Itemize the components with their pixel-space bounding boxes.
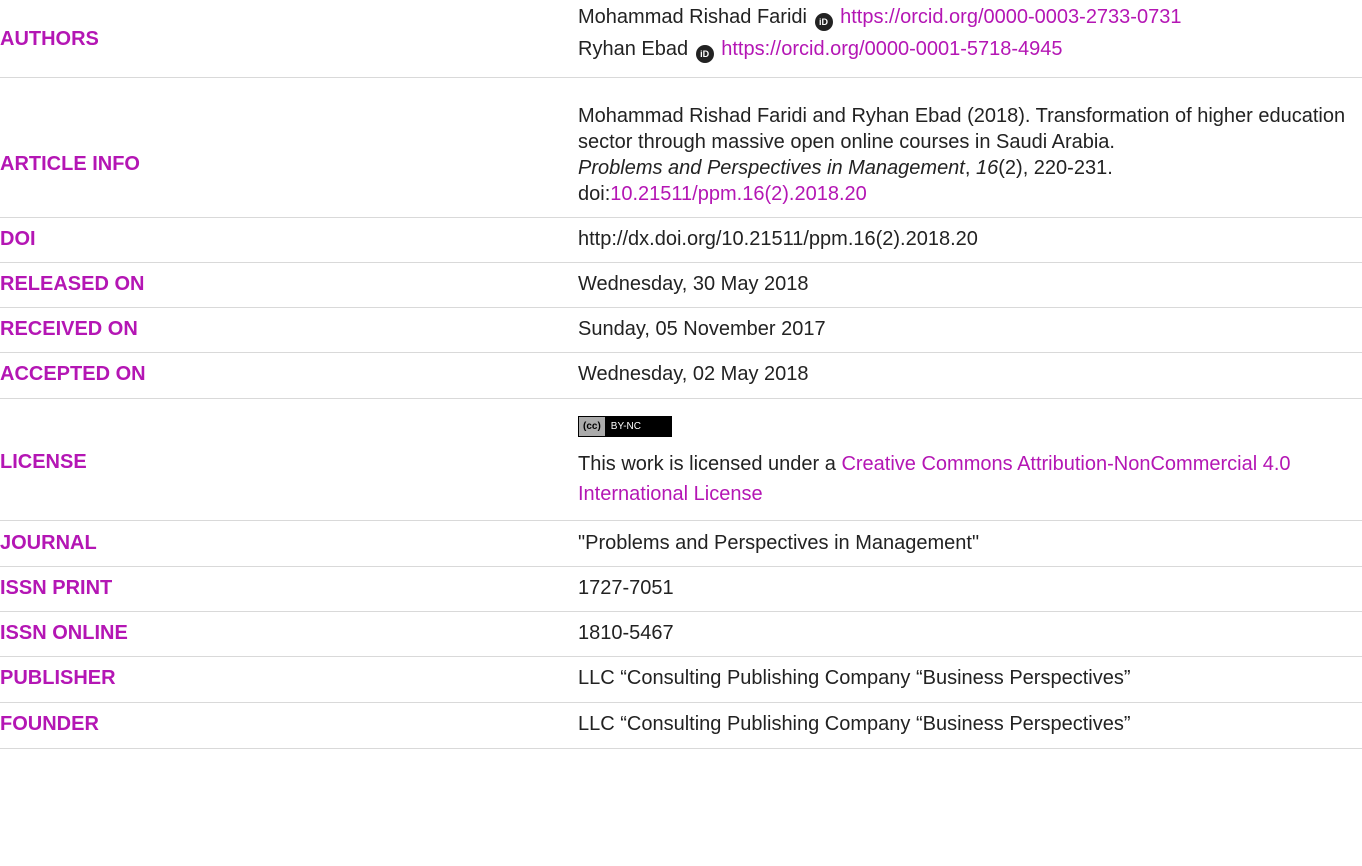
doi-prefix: doi: [578,183,611,205]
article-info-value: Mohammad Rishad Faridi and Ryhan Ebad (2… [578,103,1362,207]
citation-comma: , [964,157,976,179]
founder-label: FOUNDER [0,713,99,735]
authors-label: AUTHORS [0,28,99,50]
journal-label: JOURNAL [0,532,97,554]
founder-row: FOUNDER LLC “Consulting Publishing Compa… [0,703,1362,749]
orcid-icon: iD [695,45,714,63]
doi-label: DOI [0,228,36,250]
publisher-value: LLC “Consulting Publishing Company “Busi… [578,667,1131,689]
issn-print-row: ISSN PRINT 1727-7051 [0,567,1362,612]
journal-value: "Problems and Perspectives in Management… [578,532,980,554]
founder-value: LLC “Consulting Publishing Company “Busi… [578,713,1131,735]
publisher-row: PUBLISHER LLC “Consulting Publishing Com… [0,657,1362,703]
license-value: (cc) BY-NC This work is licensed under a… [578,410,1362,509]
issn-online-value: 1810-5467 [578,622,674,644]
issn-print-value: 1727-7051 [578,577,674,599]
publisher-label: PUBLISHER [0,667,116,689]
orcid-icon: iD [814,13,833,31]
author-name: Ryhan Ebad [578,38,689,60]
released-row: RELEASED ON Wednesday, 30 May 2018 [0,263,1362,308]
license-label: LICENSE [0,451,87,473]
journal-row: JOURNAL "Problems and Perspectives in Ma… [0,521,1362,567]
doi-row: DOI http://dx.doi.org/10.21511/ppm.16(2)… [0,218,1362,263]
authors-row: AUTHORS Mohammad Rishad Faridi iD https:… [0,0,1362,78]
accepted-row: ACCEPTED ON Wednesday, 02 May 2018 [0,353,1362,399]
license-text: This work is licensed under a Creative C… [578,449,1362,509]
citation-journal: Problems and Perspectives in Management [578,157,965,179]
author-entry: Mohammad Rishad Faridi iD https://orcid.… [578,4,1362,36]
cc-badge-text: BY-NC [610,421,641,432]
author-orcid-link[interactable]: https://orcid.org/0000-0003-2733-0731 [840,6,1181,28]
author-orcid-link[interactable]: https://orcid.org/0000-0001-5718-4945 [721,38,1062,60]
issn-online-row: ISSN ONLINE 1810-5467 [0,612,1362,657]
released-value: Wednesday, 30 May 2018 [578,273,809,295]
citation-volume: 16 [976,157,999,179]
issn-print-label: ISSN PRINT [0,577,113,599]
license-prefix: This work is licensed under a [578,453,842,475]
article-info-label: ARTICLE INFO [0,153,140,175]
issn-online-label: ISSN ONLINE [0,622,128,644]
citation-text: Mohammad Rishad Faridi and Ryhan Ebad (2… [578,105,1346,153]
citation-doi-link[interactable]: 10.21511/ppm.16(2).2018.20 [610,183,867,205]
license-row: LICENSE (cc) BY-NC This work is licensed… [0,399,1362,521]
accepted-label: ACCEPTED ON [0,363,146,385]
author-entry: Ryhan Ebad iD https://orcid.org/0000-000… [578,36,1362,63]
received-row: RECEIVED ON Sunday, 05 November 2017 [0,308,1362,353]
cc-badge-symbol: (cc) [579,417,605,436]
received-label: RECEIVED ON [0,318,138,340]
authors-value: Mohammad Rishad Faridi iD https://orcid.… [578,4,1362,63]
author-name: Mohammad Rishad Faridi [578,6,807,28]
cc-license-badge[interactable]: (cc) BY-NC [578,416,672,437]
released-label: RELEASED ON [0,273,145,295]
citation-issue-pages: (2), 220-231. [998,157,1113,179]
accepted-value: Wednesday, 02 May 2018 [578,363,809,385]
received-value: Sunday, 05 November 2017 [578,318,826,340]
article-info-row: ARTICLE INFO Mohammad Rishad Faridi and … [0,77,1362,218]
doi-value: http://dx.doi.org/10.21511/ppm.16(2).201… [578,228,978,250]
